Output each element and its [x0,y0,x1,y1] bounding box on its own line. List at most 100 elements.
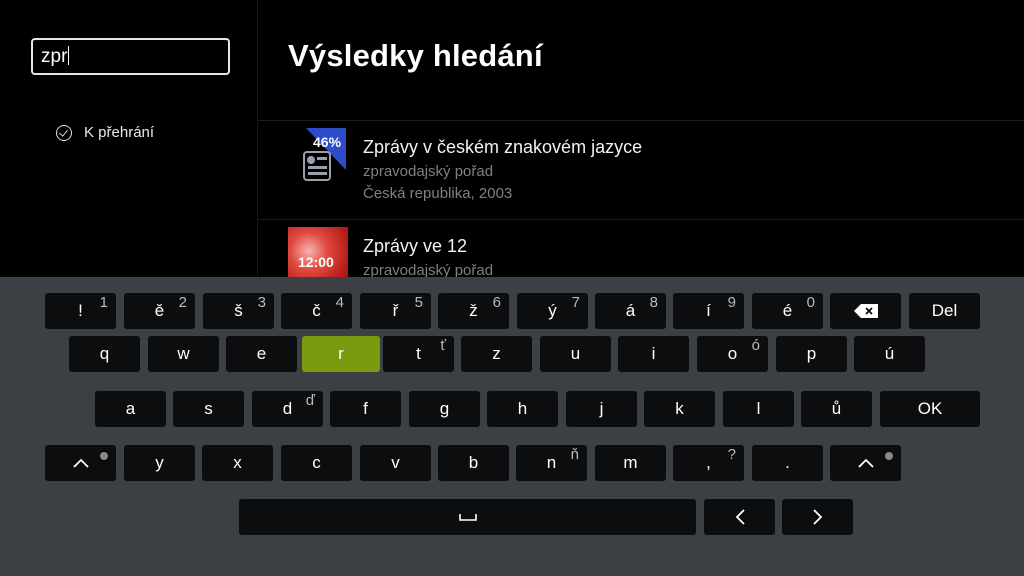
key-š[interactable]: š3 [203,293,274,329]
key-n[interactable]: nň [516,445,587,481]
search-input[interactable]: zpr [31,38,230,75]
key-label: ! [78,301,83,320]
key-w[interactable]: w [148,336,219,372]
key-c[interactable]: c [281,445,352,481]
sidebar: zpr K přehrání [0,0,258,277]
key-j[interactable]: j [566,391,637,427]
progress-badge: 46% [313,134,342,150]
key-label: a [125,399,136,418]
key-ú[interactable]: ú [854,336,925,372]
key-label: w [177,344,190,363]
key-ř[interactable]: ř5 [360,293,431,329]
key-y[interactable]: y [124,445,195,481]
key-alt-label: 0 [806,294,815,311]
key-label: c [312,453,321,472]
search-input-value: zpr [41,46,68,67]
backspace-key[interactable] [830,293,901,329]
key-p[interactable]: p [776,336,847,372]
space-key[interactable] [239,499,696,535]
key-m[interactable]: m [595,445,666,481]
key-label: k [675,399,684,418]
key-alt-label: 6 [492,294,501,311]
cursor-right-key[interactable] [782,499,853,535]
key-i[interactable]: i [618,336,689,372]
key-label: m [623,453,638,472]
key-alt-label: ó [751,337,760,354]
result-thumbnail-time: 12:00 [298,254,334,270]
key-ž[interactable]: ž6 [438,293,509,329]
key-v[interactable]: v [360,445,431,481]
key-x[interactable]: x [202,445,273,481]
key-label: f [363,399,368,418]
key-label: é [782,301,793,320]
key-label: j [599,399,604,418]
key-label: š [234,301,243,320]
key-label: q [99,344,110,363]
filter-to-play[interactable]: K přehrání [56,124,154,141]
key-č[interactable]: č4 [281,293,352,329]
key-g[interactable]: g [409,391,480,427]
key-z[interactable]: z [461,336,532,372]
shift-key[interactable] [830,445,901,481]
result-thumbnail: 12:00 [288,227,348,277]
key-label: p [806,344,817,363]
key-![interactable]: ! 1 [45,293,116,329]
key-label: Del [931,301,958,320]
key-ý[interactable]: ý7 [517,293,588,329]
result-item[interactable]: 12:00 Zprávy ve 12 zpravodajský pořad [288,227,988,277]
onscreen-keyboard: ! 1 ě 2 š 3 č 4 ř 5 ž 6 ý 7 á 8 í 9 é 0 Del q w e r t ť z u i o ó p ú a s d ď… [0,277,1024,576]
key-label: á [625,301,636,320]
key-OK[interactable]: OK [880,391,980,427]
key-alt-label: 3 [257,294,266,311]
key-a[interactable]: a [95,391,166,427]
key-label: d [282,399,293,418]
shift-icon [72,457,90,469]
key-f[interactable]: f [330,391,401,427]
key-é[interactable]: é0 [752,293,823,329]
key-d[interactable]: dď [252,391,323,427]
shift-key[interactable] [45,445,116,481]
key-u[interactable]: u [540,336,611,372]
key-r[interactable]: r [302,336,380,372]
shift-indicator [100,452,108,460]
key-label: v [391,453,400,472]
result-genre: zpravodajský pořad [363,163,494,180]
key-label: í [706,301,711,320]
key-í[interactable]: í9 [673,293,744,329]
backspace-icon [853,304,878,318]
key-q[interactable]: q [69,336,140,372]
result-genre: zpravodajský pořad [363,262,494,277]
key-h[interactable]: h [487,391,558,427]
key-label: t [416,344,421,363]
key-Del[interactable]: Del [909,293,980,329]
key-alt-label: 4 [335,294,344,311]
key-s[interactable]: s [173,391,244,427]
key-label: u [570,344,581,363]
key-label: r [338,344,344,363]
key-label: ě [154,301,165,320]
key-label: e [256,344,267,363]
cursor-left-key[interactable] [704,499,775,535]
key-.[interactable]: . [752,445,823,481]
result-item[interactable]: 46% Zprávy v českém znakovém jazyce zpra… [288,128,988,212]
key-alt-label: ň [570,446,579,463]
key-,[interactable]: ,? [673,445,744,481]
key-á[interactable]: á8 [595,293,666,329]
key-l[interactable]: l [723,391,794,427]
result-title: Zprávy ve 12 [363,236,468,256]
key-e[interactable]: e [226,336,297,372]
key-label: ů [831,399,842,418]
key-ě[interactable]: ě2 [124,293,195,329]
key-k[interactable]: k [644,391,715,427]
key-alt-label: 2 [178,294,187,311]
key-b[interactable]: b [438,445,509,481]
key-o[interactable]: oó [697,336,768,372]
key-t[interactable]: tť [383,336,454,372]
key-ů[interactable]: ů [801,391,872,427]
key-label: ř [392,301,399,320]
page-title: Výsledky hledání [288,38,543,73]
key-alt-label: ? [727,446,736,463]
key-alt-label: ď [305,392,315,409]
key-label: l [756,399,761,418]
key-alt-label: 7 [571,294,580,311]
